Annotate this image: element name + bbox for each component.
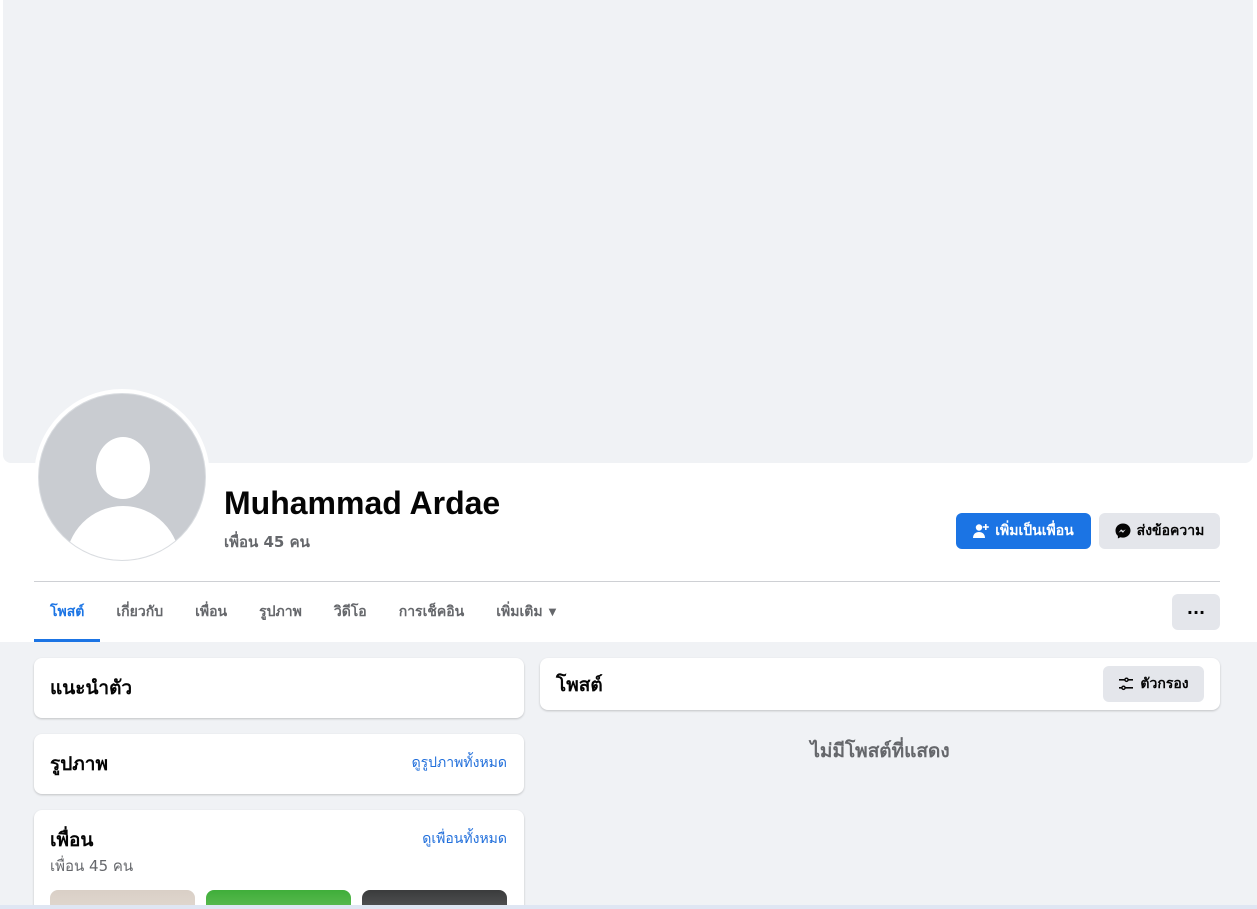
photos-title[interactable]: รูปภาพ [50, 749, 108, 779]
tab-videos[interactable]: วิดีโอ [318, 582, 383, 642]
friends-subtitle: เพื่อน 45 คน [50, 857, 134, 875]
add-friend-button[interactable]: เพิ่มเป็นเพื่อน [956, 513, 1091, 549]
message-label: ส่งข้อความ [1136, 523, 1205, 539]
see-all-friends-link[interactable]: ดูเพื่อนทั้งหมด [422, 828, 507, 850]
tab-more[interactable]: เพิ่มเติม ▼ [480, 582, 572, 642]
intro-title: แนะนำตัว [50, 677, 133, 699]
friends-title[interactable]: เพื่อน [50, 825, 93, 855]
caret-down-icon: ▼ [548, 606, 557, 618]
profile-name: Muhammad Ardae [224, 485, 501, 521]
add-friend-icon [973, 523, 990, 539]
cover-photo[interactable] [3, 0, 1253, 463]
default-avatar-icon [38, 393, 206, 561]
profile-friends-count[interactable]: เพื่อน 45 คน [224, 530, 310, 554]
add-friend-label: เพิ่มเป็นเพื่อน [995, 523, 1074, 539]
friends-card: เพื่อน ดูเพื่อนทั้งหมด เพื่อน 45 คน [34, 810, 524, 909]
bottom-border [0, 905, 1257, 909]
filter-label: ตัวกรอง [1140, 676, 1189, 692]
tab-posts[interactable]: โพสต์ [34, 582, 101, 642]
see-all-photos-link[interactable]: ดูรูปภาพทั้งหมด [412, 752, 507, 774]
posts-card: โพสต์ ตัวกรอง [540, 658, 1220, 710]
more-options-button[interactable]: ··· [1172, 594, 1220, 630]
profile-picture[interactable] [34, 389, 210, 565]
tab-checkins[interactable]: การเช็คอิน [383, 582, 481, 642]
posts-title: โพสต์ [556, 674, 603, 696]
message-button[interactable]: ส่งข้อความ [1099, 513, 1220, 549]
filter-icon [1118, 676, 1134, 692]
filter-button[interactable]: ตัวกรอง [1103, 666, 1204, 702]
tab-photos[interactable]: รูปภาพ [243, 582, 318, 642]
no-posts-message: ไม่มีโพสต์ที่แสดง [810, 740, 950, 762]
messenger-icon [1115, 523, 1131, 539]
photos-card: รูปภาพ ดูรูปภาพทั้งหมด [34, 734, 524, 794]
tab-friends[interactable]: เพื่อน [179, 582, 243, 642]
intro-card: แนะนำตัว [34, 658, 524, 718]
profile-tabs: โพสต์ เกี่ยวกับ เพื่อน รูปภาพ วิดีโอ การ… [34, 582, 572, 642]
tab-about[interactable]: เกี่ยวกับ [100, 582, 179, 642]
